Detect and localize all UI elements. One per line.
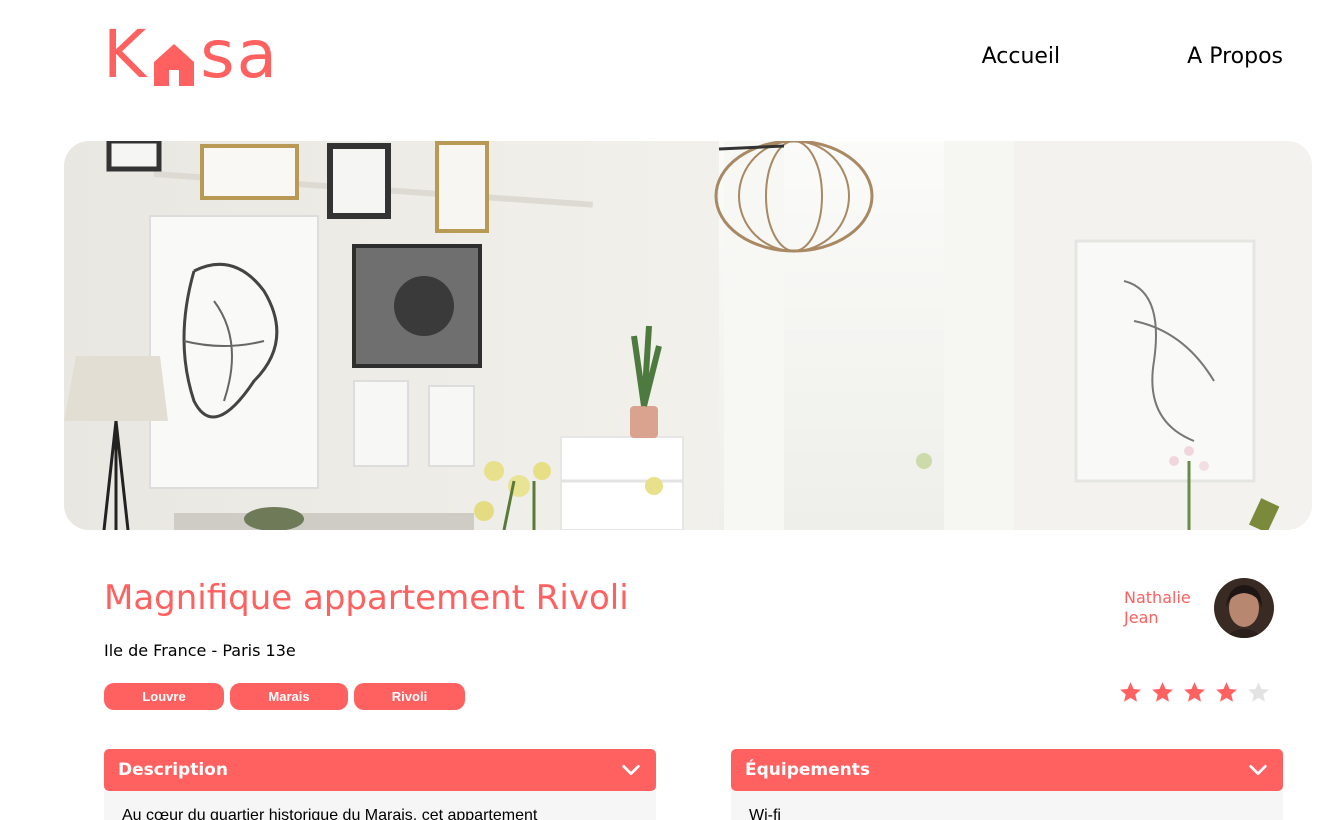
listing-tags: Louvre Marais Rivoli (104, 683, 465, 710)
chevron-down-icon[interactable] (1247, 759, 1269, 781)
collapse-equipements-body: Wi-fi (731, 791, 1283, 820)
collapse-description: Description Au cœur du quartier historiq… (104, 749, 656, 820)
house-icon (150, 22, 198, 88)
star-icon (1120, 682, 1141, 702)
logo-letter-k: K (103, 16, 149, 93)
listing-banner-image (64, 141, 1312, 530)
logo-letters-sa: sa (200, 16, 280, 93)
nav-link-a-propos[interactable]: A Propos (1187, 44, 1283, 69)
star-icon (1248, 682, 1269, 702)
collapse-equipements: Équipements Wi-fi (731, 749, 1283, 820)
host-name: Nathalie Jean (1124, 588, 1204, 628)
tag-louvre: Louvre (104, 683, 224, 710)
listing-title: Magnifique appartement Rivoli (104, 578, 629, 618)
tag-marais: Marais (230, 683, 348, 710)
host-last-name: Jean (1124, 608, 1159, 627)
star-icon (1184, 682, 1205, 702)
collapse-description-title: Description (118, 760, 228, 780)
collapse-description-body: Au cœur du quartier historique du Marais… (104, 791, 656, 820)
collapse-equipements-title: Équipements (745, 760, 871, 780)
avatar (1214, 578, 1274, 638)
listing-location: Ile de France - Paris 13e (104, 641, 296, 660)
host-info: Nathalie Jean (1124, 578, 1274, 638)
collapse-equipements-header[interactable]: Équipements (731, 749, 1283, 791)
nav-link-accueil[interactable]: Accueil (982, 44, 1061, 69)
star-icon (1216, 682, 1237, 702)
host-first-name: Nathalie (1124, 588, 1191, 607)
kasa-logo[interactable]: K sa (103, 22, 279, 88)
tag-rivoli: Rivoli (354, 683, 465, 710)
collapse-description-header[interactable]: Description (104, 749, 656, 791)
chevron-down-icon[interactable] (620, 759, 642, 781)
rating-stars (1118, 680, 1271, 705)
main-nav: Accueil A Propos (982, 44, 1283, 69)
star-icon (1152, 682, 1173, 702)
